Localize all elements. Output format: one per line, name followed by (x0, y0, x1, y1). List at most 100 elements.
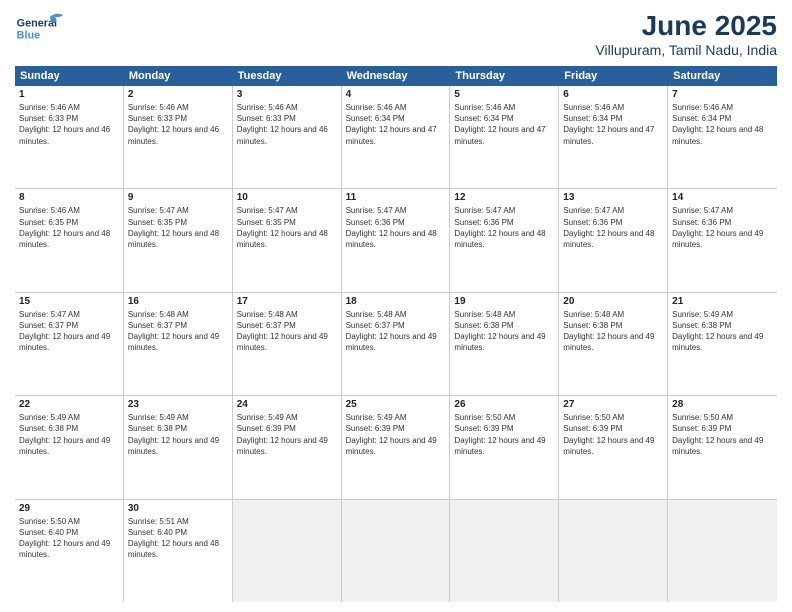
cell-info: Sunrise: 5:46 AMSunset: 6:33 PMDaylight:… (128, 102, 228, 147)
day-number: 29 (19, 503, 119, 514)
calendar-cell: 30 Sunrise: 5:51 AMSunset: 6:40 PMDayligh… (124, 500, 233, 602)
calendar-cell: 10 Sunrise: 5:47 AMSunset: 6:35 PMDayligh… (233, 189, 342, 291)
logo-icon: General Blue (15, 10, 65, 50)
calendar-cell: 16 Sunrise: 5:48 AMSunset: 6:37 PMDayligh… (124, 293, 233, 395)
calendar-row-1: 1 Sunrise: 5:46 AMSunset: 6:33 PMDaylight… (15, 86, 777, 189)
calendar-cell: 24Sunrise: 5:49 AMSunset: 6:39 PMDayligh… (233, 396, 342, 498)
header-sunday: Sunday (15, 66, 124, 86)
calendar-cell (233, 500, 342, 602)
calendar-cell: 2Sunrise: 5:46 AMSunset: 6:33 PMDaylight… (124, 86, 233, 188)
header-friday: Friday (559, 66, 668, 86)
calendar-row-3: 15 Sunrise: 5:47 AMSunset: 6:37 PMDayligh… (15, 293, 777, 396)
day-number: 5 (454, 89, 554, 100)
calendar-cell: 17 Sunrise: 5:48 AMSunset: 6:37 PMDayligh… (233, 293, 342, 395)
cell-info: Sunrise: 5:47 AMSunset: 6:36 PMDaylight:… (346, 205, 446, 250)
cell-info: Sunrise: 5:46 AMSunset: 6:34 PMDaylight:… (563, 102, 663, 147)
day-number: 18 (346, 296, 446, 307)
main-title: June 2025 (595, 10, 777, 42)
calendar-cell: 9 Sunrise: 5:47 AMSunset: 6:35 PMDaylight… (124, 189, 233, 291)
cell-info: Sunrise: 5:47 AMSunset: 6:36 PMDaylight:… (454, 205, 554, 250)
day-number: 30 (128, 503, 228, 514)
cell-info: Sunrise: 5:47 AMSunset: 6:35 PMDaylight:… (128, 205, 228, 250)
day-number: 13 (563, 192, 663, 203)
day-number: 28 (672, 399, 773, 410)
calendar-body: 1 Sunrise: 5:46 AMSunset: 6:33 PMDaylight… (15, 86, 777, 602)
calendar-row-5: 29Sunrise: 5:50 AMSunset: 6:40 PMDayligh… (15, 500, 777, 602)
day-number: 3 (237, 89, 337, 100)
calendar-cell: 15 Sunrise: 5:47 AMSunset: 6:37 PMDayligh… (15, 293, 124, 395)
day-number: 14 (672, 192, 773, 203)
calendar-cell: 5 Sunrise: 5:46 AMSunset: 6:34 PMDaylight… (450, 86, 559, 188)
calendar-cell: 20 Sunrise: 5:48 AMSunset: 6:38 PMDayligh… (559, 293, 668, 395)
calendar-cell: 1 Sunrise: 5:46 AMSunset: 6:33 PMDaylight… (15, 86, 124, 188)
day-number: 23 (128, 399, 228, 410)
calendar-cell: 29Sunrise: 5:50 AMSunset: 6:40 PMDayligh… (15, 500, 124, 602)
day-number: 1 (19, 89, 119, 100)
day-number: 19 (454, 296, 554, 307)
cell-info: Sunrise: 5:46 AMSunset: 6:33 PMDaylight:… (19, 102, 119, 147)
calendar-cell (668, 500, 777, 602)
day-number: 10 (237, 192, 337, 203)
cell-info: Sunrise: 5:48 AMSunset: 6:37 PMDaylight:… (237, 309, 337, 354)
cell-info: Sunrise: 5:48 AMSunset: 6:37 PMDaylight:… (128, 309, 228, 354)
cell-info: Sunrise: 5:47 AMSunset: 6:35 PMDaylight:… (237, 205, 337, 250)
cell-info: Sunrise: 5:46 AMSunset: 6:35 PMDaylight:… (19, 205, 119, 250)
calendar-cell (559, 500, 668, 602)
calendar-cell: 27 Sunrise: 5:50 AMSunset: 6:39 PMDayligh… (559, 396, 668, 498)
header-wednesday: Wednesday (342, 66, 451, 86)
day-number: 22 (19, 399, 119, 410)
calendar-cell (450, 500, 559, 602)
day-number: 21 (672, 296, 773, 307)
cell-info: Sunrise: 5:49 AMSunset: 6:38 PMDaylight:… (19, 412, 119, 457)
calendar-cell: 13 Sunrise: 5:47 AMSunset: 6:36 PMDayligh… (559, 189, 668, 291)
calendar-cell: 19Sunrise: 5:48 AMSunset: 6:38 PMDayligh… (450, 293, 559, 395)
calendar-row-4: 22 Sunrise: 5:49 AMSunset: 6:38 PMDayligh… (15, 396, 777, 499)
cell-info: Sunrise: 5:48 AMSunset: 6:38 PMDaylight:… (563, 309, 663, 354)
logo: General Blue (15, 10, 65, 50)
cell-info: Sunrise: 5:50 AMSunset: 6:39 PMDaylight:… (672, 412, 773, 457)
calendar-cell: 6 Sunrise: 5:46 AMSunset: 6:34 PMDaylight… (559, 86, 668, 188)
calendar-cell: 25Sunrise: 5:49 AMSunset: 6:39 PMDayligh… (342, 396, 451, 498)
day-number: 8 (19, 192, 119, 203)
day-number: 27 (563, 399, 663, 410)
header: General Blue June 2025 Villupuram, Tamil… (15, 10, 777, 58)
cell-info: Sunrise: 5:50 AMSunset: 6:39 PMDaylight:… (563, 412, 663, 457)
calendar-cell: 18 Sunrise: 5:48 AMSunset: 6:37 PMDayligh… (342, 293, 451, 395)
header-saturday: Saturday (668, 66, 777, 86)
title-area: June 2025 Villupuram, Tamil Nadu, India (595, 10, 777, 58)
calendar-header: Sunday Monday Tuesday Wednesday Thursday… (15, 66, 777, 86)
day-number: 25 (346, 399, 446, 410)
svg-text:Blue: Blue (17, 29, 40, 41)
cell-info: Sunrise: 5:49 AMSunset: 6:38 PMDaylight:… (672, 309, 773, 354)
header-tuesday: Tuesday (233, 66, 342, 86)
cell-info: Sunrise: 5:46 AMSunset: 6:34 PMDaylight:… (346, 102, 446, 147)
day-number: 17 (237, 296, 337, 307)
calendar-cell: 26Sunrise: 5:50 AMSunset: 6:39 PMDayligh… (450, 396, 559, 498)
calendar-cell: 3 Sunrise: 5:46 AMSunset: 6:33 PMDaylight… (233, 86, 342, 188)
cell-info: Sunrise: 5:47 AMSunset: 6:37 PMDaylight:… (19, 309, 119, 354)
calendar-cell: 8 Sunrise: 5:46 AMSunset: 6:35 PMDaylight… (15, 189, 124, 291)
calendar: Sunday Monday Tuesday Wednesday Thursday… (15, 66, 777, 602)
day-number: 12 (454, 192, 554, 203)
day-number: 16 (128, 296, 228, 307)
header-thursday: Thursday (450, 66, 559, 86)
day-number: 15 (19, 296, 119, 307)
day-number: 11 (346, 192, 446, 203)
calendar-cell: 4Sunrise: 5:46 AMSunset: 6:34 PMDaylight… (342, 86, 451, 188)
cell-info: Sunrise: 5:46 AMSunset: 6:33 PMDaylight:… (237, 102, 337, 147)
day-number: 7 (672, 89, 773, 100)
cell-info: Sunrise: 5:51 AMSunset: 6:40 PMDaylight:… (128, 516, 228, 561)
cell-info: Sunrise: 5:46 AMSunset: 6:34 PMDaylight:… (672, 102, 773, 147)
day-number: 26 (454, 399, 554, 410)
cell-info: Sunrise: 5:48 AMSunset: 6:37 PMDaylight:… (346, 309, 446, 354)
calendar-cell: 7 Sunrise: 5:46 AMSunset: 6:34 PMDaylight… (668, 86, 777, 188)
day-number: 9 (128, 192, 228, 203)
calendar-cell: 22 Sunrise: 5:49 AMSunset: 6:38 PMDayligh… (15, 396, 124, 498)
calendar-cell: 14 Sunrise: 5:47 AMSunset: 6:36 PMDayligh… (668, 189, 777, 291)
cell-info: Sunrise: 5:46 AMSunset: 6:34 PMDaylight:… (454, 102, 554, 147)
cell-info: Sunrise: 5:47 AMSunset: 6:36 PMDaylight:… (672, 205, 773, 250)
day-number: 20 (563, 296, 663, 307)
day-number: 6 (563, 89, 663, 100)
subtitle: Villupuram, Tamil Nadu, India (595, 42, 777, 58)
cell-info: Sunrise: 5:47 AMSunset: 6:36 PMDaylight:… (563, 205, 663, 250)
